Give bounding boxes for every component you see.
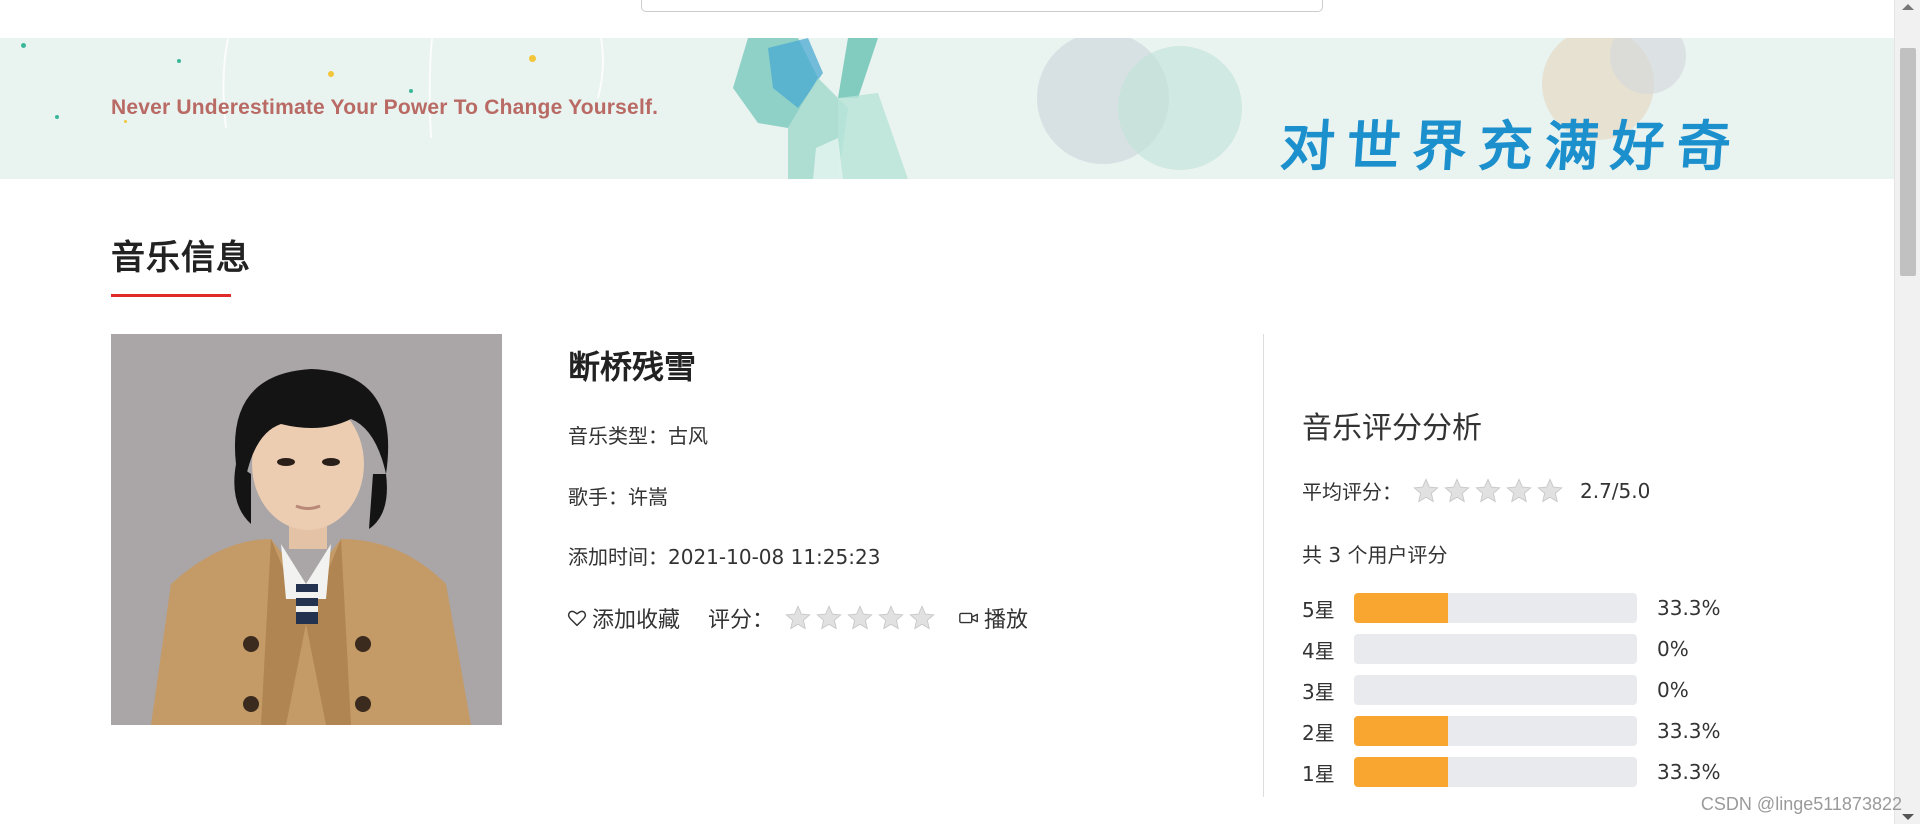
rating-bar-row: 5星 33.3% bbox=[1302, 592, 1721, 624]
rating-bar-fill bbox=[1354, 757, 1449, 787]
average-rating-stars bbox=[1412, 477, 1564, 505]
rating-bar-row: 4星 0% bbox=[1302, 633, 1689, 665]
star-icon bbox=[1475, 477, 1501, 502]
rating-bar-track bbox=[1354, 757, 1637, 787]
rating-bar-row: 2星 33.3% bbox=[1302, 715, 1721, 747]
star-icon bbox=[878, 605, 904, 630]
star-icon bbox=[1537, 477, 1563, 502]
add-favorite-button[interactable]: 添加收藏 bbox=[566, 602, 680, 634]
average-rating-row: 平均评分： 2.7/5.0 bbox=[1302, 476, 1650, 505]
star-icon bbox=[816, 605, 842, 630]
star-icon bbox=[1506, 477, 1532, 502]
average-rating-label: 平均评分： bbox=[1302, 480, 1402, 504]
add-favorite-label: 添加收藏 bbox=[592, 608, 681, 633]
heart-icon bbox=[567, 610, 587, 627]
rating-bar-label: 1星 bbox=[1302, 761, 1335, 786]
rating-bar-percent: 0% bbox=[1657, 637, 1689, 661]
singer-label: 歌手： bbox=[568, 485, 628, 509]
rating-bar-row: 1星 33.3% bbox=[1302, 756, 1721, 788]
added-time-value: 2021-10-08 11:25:23 bbox=[668, 545, 881, 569]
play-label: 播放 bbox=[984, 608, 1029, 633]
album-cover-image bbox=[111, 334, 502, 725]
section-title: 音乐信息 bbox=[111, 238, 251, 278]
scroll-up-arrow[interactable] bbox=[1902, 4, 1914, 10]
song-title: 断桥残雪 bbox=[568, 348, 697, 386]
rabbit-illustration bbox=[733, 38, 908, 179]
watermark: CSDN @linge511873822 bbox=[1700, 794, 1902, 814]
star-icon bbox=[847, 605, 873, 630]
rate-label: 评分： bbox=[708, 608, 775, 633]
rating-bar-track bbox=[1354, 634, 1637, 664]
rating-bar-fill bbox=[1354, 716, 1449, 746]
rating-panel-title: 音乐评分分析 bbox=[1302, 411, 1482, 446]
vertical-divider bbox=[1263, 334, 1264, 797]
rating-bar-percent: 33.3% bbox=[1657, 719, 1721, 743]
music-type-row: 音乐类型：古风 bbox=[568, 420, 708, 449]
star-icon bbox=[1413, 477, 1439, 502]
vertical-scrollbar[interactable] bbox=[1894, 0, 1920, 824]
rating-bar-label: 2星 bbox=[1302, 720, 1335, 745]
star-icon bbox=[909, 605, 935, 630]
added-time-label: 添加时间： bbox=[568, 545, 668, 569]
search-input[interactable] bbox=[641, 0, 1323, 12]
top-bar bbox=[0, 0, 1894, 38]
rating-bar-fill bbox=[1354, 593, 1449, 623]
video-camera-icon bbox=[959, 612, 978, 624]
music-type-label: 音乐类型： bbox=[568, 424, 668, 448]
rating-bar-track bbox=[1354, 675, 1637, 705]
singer-row: 歌手：许嵩 bbox=[568, 481, 668, 510]
singer-value: 许嵩 bbox=[628, 485, 668, 509]
rating-bar-label: 3星 bbox=[1302, 679, 1335, 704]
banner: Never Underestimate Your Power To Change… bbox=[0, 38, 1894, 179]
rating-bar-label: 4星 bbox=[1302, 638, 1335, 663]
singer-portrait bbox=[111, 334, 502, 725]
user-rating-stars[interactable] bbox=[784, 604, 936, 632]
action-row: 添加收藏 评分： 播放 bbox=[566, 603, 1028, 633]
rating-count: 共 3 个用户评分 bbox=[1302, 543, 1448, 567]
scroll-down-arrow[interactable] bbox=[1902, 814, 1914, 820]
star-icon bbox=[785, 605, 811, 630]
average-rating-value: 2.7/5.0 bbox=[1580, 478, 1651, 503]
rating-bar-percent: 33.3% bbox=[1657, 760, 1721, 784]
music-type-value: 古风 bbox=[668, 424, 708, 448]
added-time-row: 添加时间：2021-10-08 11:25:23 bbox=[568, 541, 880, 570]
rating-bar-percent: 0% bbox=[1657, 678, 1689, 702]
banner-slogan: Never Underestimate Your Power To Change… bbox=[111, 96, 659, 119]
decor-circle bbox=[1118, 46, 1242, 170]
banner-chinese-text: 对世界充满好奇 bbox=[1278, 115, 1745, 178]
rating-bar-track bbox=[1354, 593, 1637, 623]
scrollbar-thumb[interactable] bbox=[1900, 48, 1916, 276]
star-icon bbox=[1444, 477, 1470, 502]
rating-bar-label: 5星 bbox=[1302, 597, 1335, 622]
section-underline bbox=[111, 294, 231, 297]
play-button[interactable]: 播放 bbox=[958, 602, 1028, 634]
rating-bar-percent: 33.3% bbox=[1657, 596, 1721, 620]
rating-bar-row: 3星 0% bbox=[1302, 674, 1689, 706]
rating-bar-track bbox=[1354, 716, 1637, 746]
